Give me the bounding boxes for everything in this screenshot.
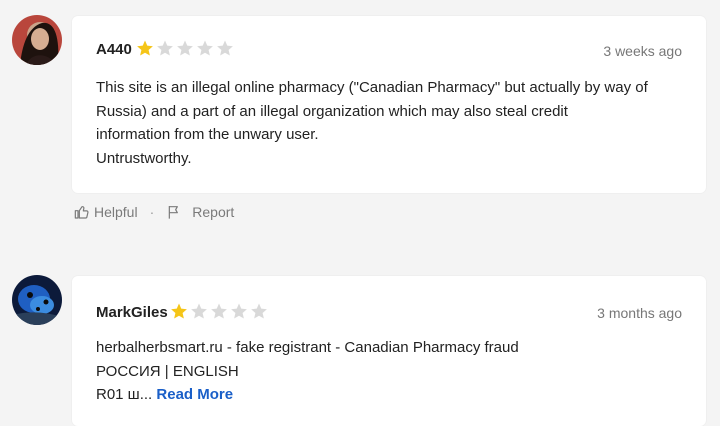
star-icon — [211, 303, 227, 319]
star-icon — [217, 40, 233, 56]
star-icon — [177, 40, 193, 56]
helpful-button[interactable]: Helpful — [74, 204, 138, 220]
review-text-line: information from the unwary user. — [96, 126, 319, 143]
review-text-line: Untrustworthy. — [96, 149, 192, 167]
reviewer-name[interactable]: MarkGiles — [96, 304, 168, 321]
star-icon — [157, 40, 173, 56]
thumbs-up-icon — [74, 206, 89, 219]
action-separator: · — [149, 204, 155, 220]
star-rating — [170, 302, 268, 320]
star-icon — [197, 40, 213, 56]
review-card: MarkGiles 3 months ago herbalherbsmart.r… — [72, 276, 706, 426]
star-icon — [137, 40, 153, 56]
star-rating — [136, 39, 234, 57]
star-icon — [231, 303, 247, 319]
report-label: Report — [192, 204, 235, 220]
review-text: herbalherbsmart.ru - fake registrant - C… — [96, 336, 686, 407]
review-text-line: herbalherbsmart.ru - fake registrant - C… — [96, 339, 519, 356]
star-icon — [191, 303, 207, 319]
star-icon — [251, 303, 267, 319]
review-text-line: РОССИЯ | ENGLISH — [96, 362, 239, 380]
review-text: This site is an illegal online pharmacy … — [96, 76, 686, 170]
avatar[interactable] — [12, 15, 62, 65]
review-time: 3 weeks ago — [603, 43, 682, 59]
read-more-link[interactable]: Read More — [156, 386, 233, 403]
report-button[interactable]: Report — [166, 204, 234, 220]
review-text-excerpt: R01 ш... — [96, 386, 153, 403]
reviewer-name[interactable]: A440 — [96, 41, 132, 58]
review-text-line: This site is an illegal online pharmacy … — [96, 79, 648, 96]
review-actions: Helpful · Report — [74, 204, 234, 220]
helpful-label: Helpful — [94, 204, 138, 220]
avatar[interactable] — [12, 275, 62, 325]
review-text-line: R01 ш... Read More — [96, 383, 686, 407]
review-time: 3 months ago — [597, 305, 682, 321]
review-card: A440 3 weeks ago This site is an illegal… — [72, 16, 706, 193]
flag-icon — [168, 206, 179, 219]
star-icon — [171, 303, 187, 319]
review-text-line: Russia) and a part of an illegal organiz… — [96, 102, 568, 120]
